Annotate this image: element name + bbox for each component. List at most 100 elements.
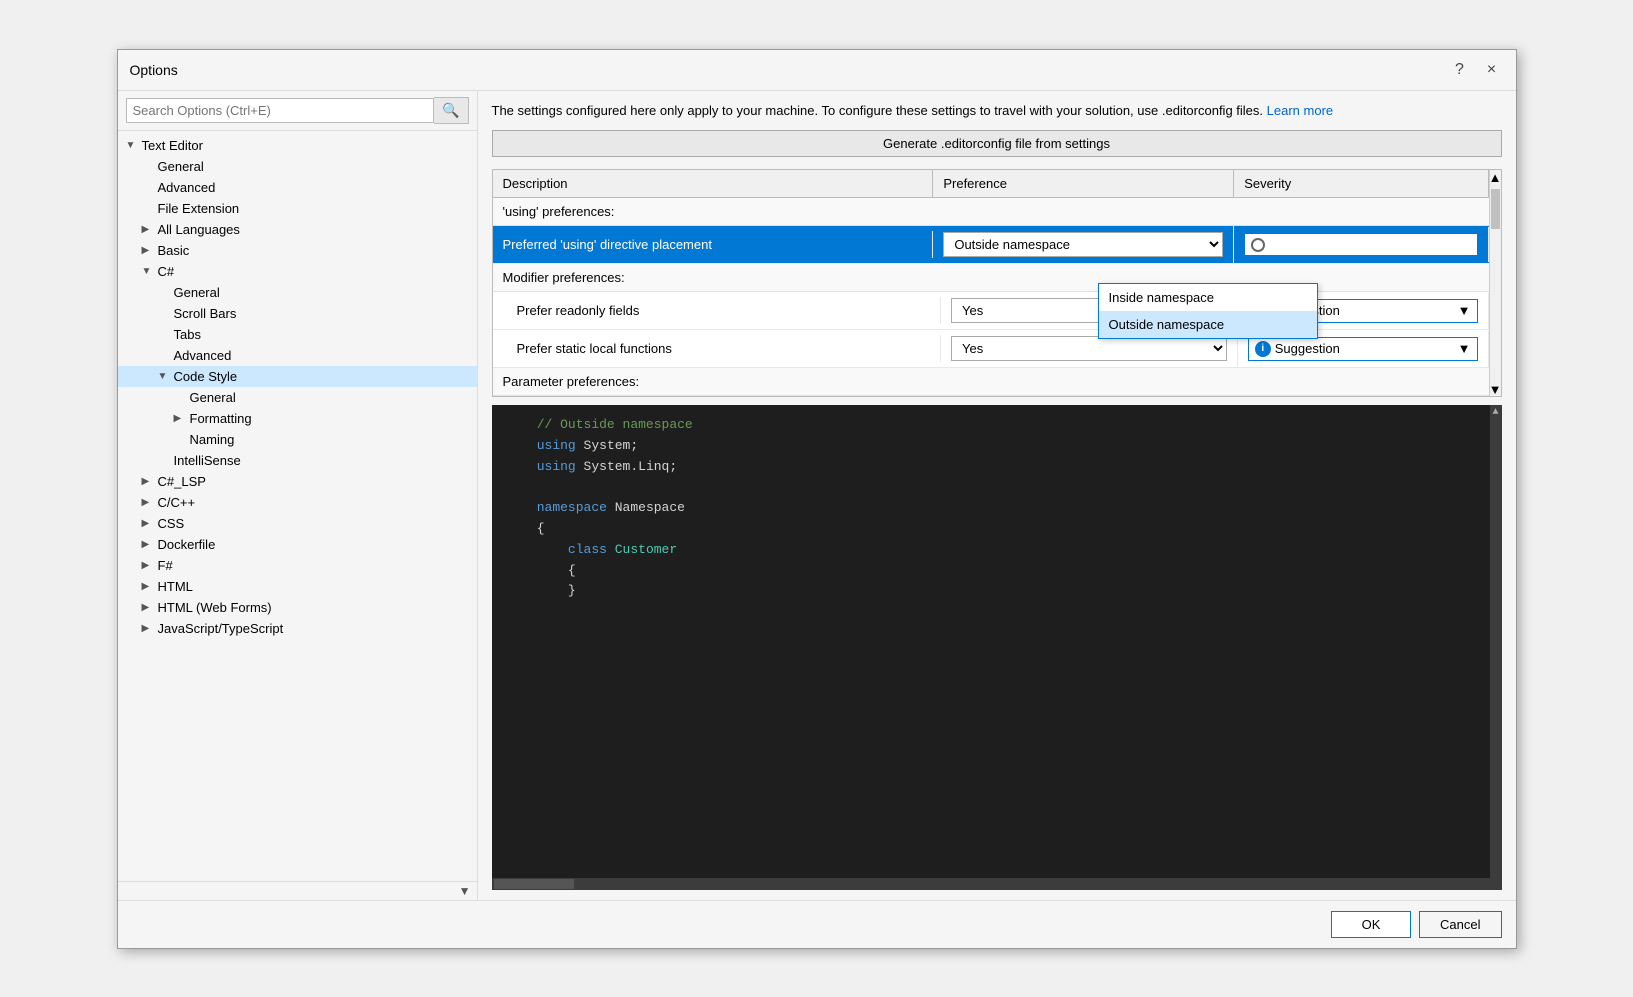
sidebar-item-label: F# (158, 558, 173, 573)
code-line: using System.Linq; (506, 457, 1488, 478)
chevron-down-icon: ▼ (1458, 303, 1471, 318)
sidebar-item-naming[interactable]: Naming (118, 429, 477, 450)
arrow-icon: ▶ (142, 560, 154, 571)
dropdown-option-outside[interactable]: Outside namespace (1099, 311, 1317, 338)
pref-dropdown-using[interactable]: Outside namespace Inside namespace (943, 232, 1223, 257)
sidebar-item-general[interactable]: General (118, 156, 477, 177)
code-line: using System; (506, 436, 1488, 457)
tree: ▼ Text Editor General Advanced File Exte… (118, 131, 477, 881)
chevron-down-icon: ▼ (1458, 341, 1471, 356)
code-token: { (506, 521, 545, 536)
scroll-track (1490, 184, 1501, 382)
close-button[interactable]: × (1480, 58, 1504, 82)
sidebar-item-intellisense[interactable]: IntelliSense (118, 450, 477, 471)
sidebar-item-scroll-bars[interactable]: Scroll Bars (118, 303, 477, 324)
code-token: class (568, 542, 607, 557)
code-hscroll[interactable] (492, 878, 1490, 890)
group-label: Modifier preferences: (503, 270, 625, 285)
dialog-footer: OK Cancel (118, 900, 1516, 948)
group-header-using: 'using' preferences: (493, 198, 1501, 226)
code-token: Customer (615, 542, 677, 557)
arrow-icon: ▶ (174, 413, 186, 424)
arrow-icon: ▼ (126, 140, 138, 151)
sidebar-item-label: IntelliSense (174, 453, 241, 468)
search-input[interactable] (126, 98, 435, 123)
sidebar-item-label: Naming (190, 432, 235, 447)
dropdown-option-inside[interactable]: Inside namespace (1099, 284, 1317, 311)
sidebar-item-csharp-lsp[interactable]: ▶ C#_LSP (118, 471, 477, 492)
arrow-icon: ▶ (142, 224, 154, 235)
table-row[interactable]: Prefer static local functions Yes No i S… (493, 330, 1501, 368)
sidebar-item-label: C/C++ (158, 495, 196, 510)
sidebar-item-file-extension[interactable]: File Extension (118, 198, 477, 219)
code-scroll-up[interactable]: ▲ (1490, 405, 1502, 419)
sidebar-item-label: Text Editor (142, 138, 203, 153)
code-scrollbar[interactable]: ▲ ▼ (1490, 405, 1502, 890)
sidebar-item-all-languages[interactable]: ▶ All Languages (118, 219, 477, 240)
sidebar-item-javascript-typescript[interactable]: ▶ JavaScript/TypeScript (118, 618, 477, 639)
info-text: The settings configured here only apply … (492, 101, 1502, 121)
generate-editorconfig-button[interactable]: Generate .editorconfig file from setting… (492, 130, 1502, 157)
scroll-down-arrow[interactable]: ▼ (1490, 382, 1501, 396)
title-bar: Options ? × (118, 50, 1516, 91)
code-token: namespace (537, 500, 607, 515)
row-sev[interactable]: Refactoring Only ▼ (1234, 227, 1488, 262)
sidebar-item-formatting[interactable]: ▶ Formatting (118, 408, 477, 429)
learn-more-link[interactable]: Learn more (1267, 103, 1333, 118)
pref-dropdown-static[interactable]: Yes No (951, 336, 1227, 361)
code-token: } (506, 583, 576, 598)
scroll-up-arrow[interactable]: ▲ (1490, 170, 1501, 184)
sidebar-item-code-style[interactable]: ▼ Code Style (118, 366, 477, 387)
sidebar-item-csharp[interactable]: ▼ C# (118, 261, 477, 282)
col-header-severity: Severity (1234, 170, 1488, 197)
chevron-down-icon: ▼ (1458, 237, 1471, 252)
group-header-modifier: Modifier preferences: (493, 264, 1501, 292)
sidebar-item-cs-general[interactable]: General (118, 387, 477, 408)
code-token (607, 542, 615, 557)
ok-button[interactable]: OK (1331, 911, 1411, 938)
code-line: { (506, 519, 1488, 540)
help-button[interactable]: ? (1448, 58, 1472, 82)
sev-refactoring-dropdown[interactable]: Refactoring Only ▼ (1244, 233, 1477, 256)
cancel-button[interactable]: Cancel (1419, 911, 1501, 938)
sidebar-item-label: C# (158, 264, 175, 279)
sidebar-item-cpp[interactable]: ▶ C/C++ (118, 492, 477, 513)
sidebar-item-label: JavaScript/TypeScript (158, 621, 284, 636)
code-token: using (537, 459, 576, 474)
sev-suggestion-dropdown-2[interactable]: i Suggestion ▼ (1248, 337, 1478, 361)
search-button[interactable]: 🔍 (434, 97, 468, 124)
sidebar-item-advanced-te[interactable]: Advanced (118, 177, 477, 198)
sidebar-scroll-down[interactable]: ▼ (459, 884, 471, 898)
arrow-icon: ▶ (142, 245, 154, 256)
table-row[interactable]: Prefer readonly fields Yes No i Suggesti… (493, 292, 1501, 330)
sidebar-item-fsharp[interactable]: ▶ F# (118, 555, 477, 576)
sidebar-item-text-editor[interactable]: ▼ Text Editor (118, 135, 477, 156)
table-scrollbar[interactable]: ▲ ▼ (1489, 170, 1501, 396)
table-row[interactable]: Preferred 'using' directive placement Ou… (493, 226, 1501, 264)
search-box: 🔍 (118, 91, 477, 131)
sidebar-item-advanced-cs[interactable]: Advanced (118, 345, 477, 366)
code-line: { (506, 561, 1488, 582)
code-token: Namespace (607, 500, 685, 515)
sidebar-item-tabs[interactable]: Tabs (118, 324, 477, 345)
title-bar-buttons: ? × (1448, 58, 1504, 82)
row-pref[interactable]: Outside namespace Inside namespace (933, 226, 1234, 263)
settings-table: Description Preference Severity 'using' … (492, 169, 1502, 397)
sidebar-item-basic[interactable]: ▶ Basic (118, 240, 477, 261)
info-icon: i (1255, 341, 1271, 357)
sidebar-item-csharp-general[interactable]: General (118, 282, 477, 303)
arrow-icon: ▶ (142, 518, 154, 529)
code-token: System.Linq; (576, 459, 677, 474)
sidebar-item-html[interactable]: ▶ HTML (118, 576, 477, 597)
col-header-preference: Preference (933, 170, 1234, 197)
arrow-icon: ▼ (158, 371, 170, 382)
sidebar-item-html-webforms[interactable]: ▶ HTML (Web Forms) (118, 597, 477, 618)
sidebar-item-label: Formatting (190, 411, 252, 426)
sidebar-item-dockerfile[interactable]: ▶ Dockerfile (118, 534, 477, 555)
arrow-icon: ▶ (142, 602, 154, 613)
code-line: class Customer (506, 540, 1488, 561)
sidebar-item-label: HTML (158, 579, 193, 594)
code-scroll-track (1490, 419, 1502, 876)
group-header-parameter: Parameter preferences: (493, 368, 1501, 396)
sidebar-item-css[interactable]: ▶ CSS (118, 513, 477, 534)
